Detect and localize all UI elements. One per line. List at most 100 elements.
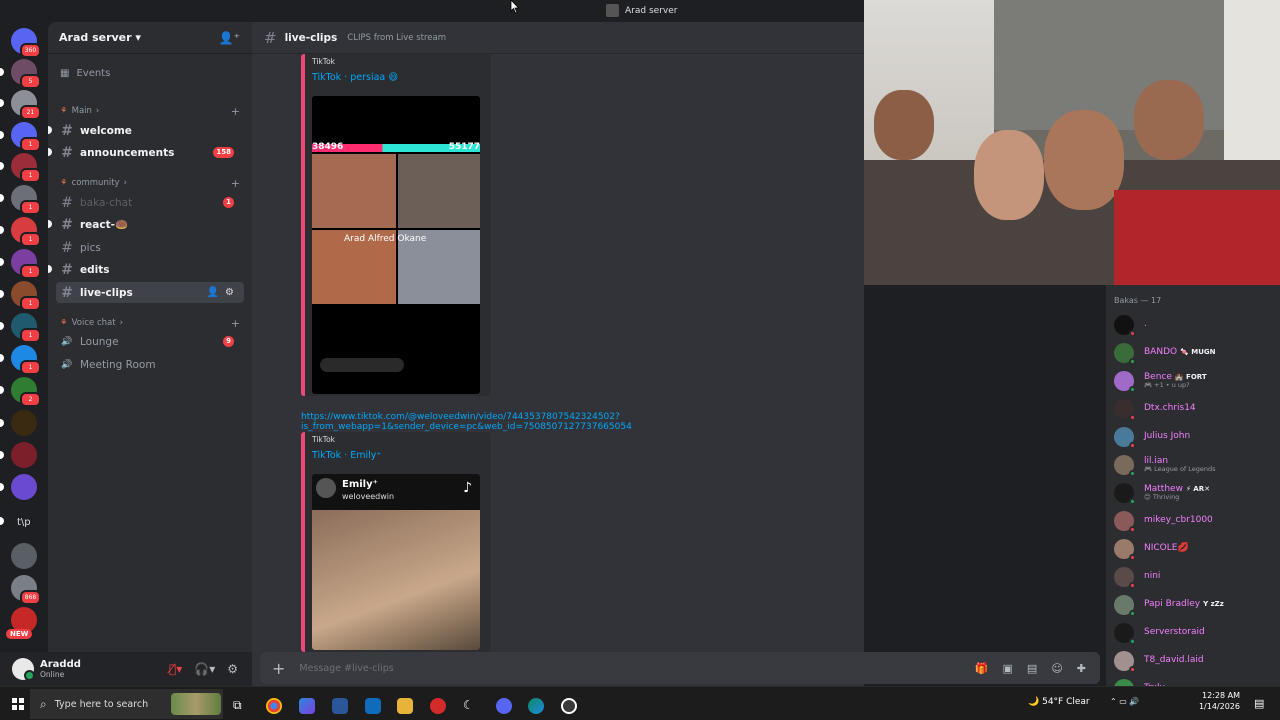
copilot-icon[interactable] xyxy=(299,698,315,714)
system-tray[interactable]: ⌃ ▭ 🔊 xyxy=(1110,697,1139,706)
channel-react[interactable]: # react-🍩 xyxy=(48,214,244,235)
add-channel-icon[interactable]: + xyxy=(231,317,240,330)
member-item[interactable]: BANDO 🍬 MUGN xyxy=(1114,340,1276,366)
obs-icon[interactable] xyxy=(561,698,577,714)
member-item[interactable]: . xyxy=(1114,312,1276,338)
outlook-icon[interactable] xyxy=(365,698,381,714)
server-header[interactable]: Arad server ▾ 👤⁺ xyxy=(48,22,252,54)
app-icon-red[interactable] xyxy=(430,698,446,714)
headphones-icon[interactable]: 🎧▾ xyxy=(194,662,215,676)
server-icon-server-11[interactable]: 2 xyxy=(0,377,41,407)
server-icon-server-4[interactable]: 1 xyxy=(0,153,41,183)
taskbar-search[interactable]: ⌕ Type here to search xyxy=(30,689,223,719)
status-indicator xyxy=(1129,386,1136,393)
chevron-up-icon[interactable]: ⌃ xyxy=(1110,697,1117,706)
taskbar-clock[interactable]: 12:28 AM 1/14/2026 xyxy=(1199,690,1240,712)
avatar xyxy=(1114,651,1136,673)
member-item[interactable]: mikey_cbr1000 xyxy=(1114,508,1276,534)
channel-lounge[interactable]: 🔊 Lounge 9 xyxy=(56,331,244,352)
server-icon-server-7[interactable]: 1 xyxy=(0,249,41,279)
apps-icon[interactable]: ✚ xyxy=(1077,662,1086,675)
tiktok-link[interactable]: https://www.tiktok.com/@weloveedwin/vide… xyxy=(301,412,864,432)
server-icon-server-17[interactable]: 868 xyxy=(11,575,41,605)
user-info[interactable]: Araddd Online xyxy=(40,659,81,679)
server-icon-server-10[interactable]: 1 xyxy=(0,345,41,375)
weather-widget[interactable]: 🌙 54°F Clear xyxy=(1028,697,1090,707)
mention-badge: 360 xyxy=(20,43,41,58)
add-channel-icon[interactable]: + xyxy=(231,177,240,190)
avatar[interactable] xyxy=(12,658,35,681)
windows-start-icon[interactable] xyxy=(12,698,24,710)
channel-live-clips[interactable]: # live-clips 👤 ⚙ xyxy=(56,282,244,303)
server-icon-text[interactable]: t\p xyxy=(17,517,31,528)
gear-icon[interactable]: ⚙ xyxy=(227,662,238,676)
embed-title-link[interactable]: TikTok · persiaa 😄 xyxy=(312,72,491,83)
member-item[interactable]: NICOLE💋 xyxy=(1114,536,1276,562)
chrome-icon[interactable] xyxy=(266,698,282,714)
server-icon-server-8[interactable]: 1 xyxy=(0,281,41,311)
notifications-icon[interactable]: ▤ xyxy=(1254,697,1264,710)
mention-badge: 9 xyxy=(223,336,234,347)
member-item[interactable]: lil.ian 🎮 League of Legends xyxy=(1114,452,1276,478)
server-icon-home-server[interactable]: 360 xyxy=(11,28,41,58)
channel-label: edits xyxy=(80,263,110,276)
member-item[interactable]: Dtx.chris14 xyxy=(1114,396,1276,422)
task-view-icon[interactable]: ⧉ xyxy=(233,698,249,714)
member-item[interactable]: Bence 🏰 FORT 🎮 +1 • u up? xyxy=(1114,368,1276,394)
member-item[interactable]: nini xyxy=(1114,564,1276,590)
channel-announcements[interactable]: # announcements 158 xyxy=(48,142,244,163)
member-item[interactable]: Julius John xyxy=(1114,424,1276,450)
status-indicator xyxy=(1129,330,1136,337)
network-icon[interactable]: ▭ xyxy=(1119,697,1127,706)
category-header[interactable]: ⚘ Voice chat › + xyxy=(56,315,244,331)
member-item[interactable]: Serverstoraid xyxy=(1114,620,1276,646)
edge-icon[interactable] xyxy=(528,698,544,714)
member-item[interactable]: T8_david.laid xyxy=(1114,648,1276,674)
member-item[interactable]: Matthew ⚡ AR✕ 😊 Thriving xyxy=(1114,480,1276,506)
category-header[interactable]: ⚘ Main › + xyxy=(56,103,244,119)
server-icon-server-14[interactable] xyxy=(0,474,37,500)
server-icon-server-13[interactable] xyxy=(0,442,37,468)
webcam-person xyxy=(1134,80,1204,160)
mention-badge: 1 xyxy=(223,197,234,208)
invite-icon[interactable]: 👤 xyxy=(207,287,219,298)
server-icon-server-9[interactable]: 1 xyxy=(0,313,41,343)
weather-text: 54°F Clear xyxy=(1042,697,1090,707)
app-icon-capcut[interactable]: ☾ xyxy=(463,698,479,714)
add-attachment-icon[interactable]: + xyxy=(272,659,285,678)
events-item[interactable]: ▦ Events xyxy=(56,63,244,83)
video-thumbnail[interactable]: 38496 55177 Arad Alfred Okane xyxy=(312,96,480,394)
embed-title-link[interactable]: TikTok · Emily⁺ xyxy=(312,450,491,461)
server-icon-server-5[interactable]: 1 xyxy=(0,185,41,215)
channel-header: # live-clips CLIPS from Live stream xyxy=(252,22,864,54)
channel-welcome[interactable]: # welcome xyxy=(48,120,244,141)
message-input[interactable] xyxy=(299,662,800,674)
server-icon-server-16[interactable] xyxy=(11,543,37,569)
sticker-icon[interactable]: ▤ xyxy=(1027,662,1037,675)
server-icon-server-1[interactable]: 5 xyxy=(0,59,41,89)
server-icon-server-2[interactable]: 21 xyxy=(0,90,41,120)
gear-icon[interactable]: ⚙ xyxy=(225,287,234,298)
server-icon-server-12[interactable] xyxy=(0,410,37,436)
file-explorer-icon[interactable] xyxy=(397,698,413,714)
channel-pics[interactable]: # pics xyxy=(56,237,244,258)
member-item[interactable]: Papi Bradley Y zZz xyxy=(1114,592,1276,618)
discord-taskbar-icon[interactable] xyxy=(496,698,512,714)
window-title-text: Arad server xyxy=(625,5,678,16)
add-channel-icon[interactable]: + xyxy=(231,105,240,118)
volume-icon[interactable]: 🔊 xyxy=(1129,697,1139,706)
channel-baka-chat[interactable]: # baka-chat 1 xyxy=(56,192,244,213)
emoji-icon[interactable]: ☺ xyxy=(1051,662,1062,675)
gif-icon[interactable]: ▣ xyxy=(1003,662,1013,675)
server-icon-server-3[interactable]: 1 xyxy=(0,122,41,152)
video-thumbnail[interactable]: Emily⁺ weloveedwin ♪ xyxy=(312,474,480,650)
chevron-icon: › xyxy=(119,318,123,328)
invite-people-icon[interactable]: 👤⁺ xyxy=(219,31,240,45)
channel-edits[interactable]: # edits xyxy=(48,259,244,280)
gift-icon[interactable]: 🎁 xyxy=(975,662,989,675)
store-icon[interactable] xyxy=(332,698,348,714)
mute-mic-icon[interactable]: 🎙̸▾ xyxy=(169,662,182,676)
category-header[interactable]: ⚘ community › + xyxy=(56,175,244,191)
server-icon-server-6[interactable]: 1 xyxy=(0,217,41,247)
channel-meeting-room[interactable]: 🔊 Meeting Room xyxy=(56,354,244,375)
